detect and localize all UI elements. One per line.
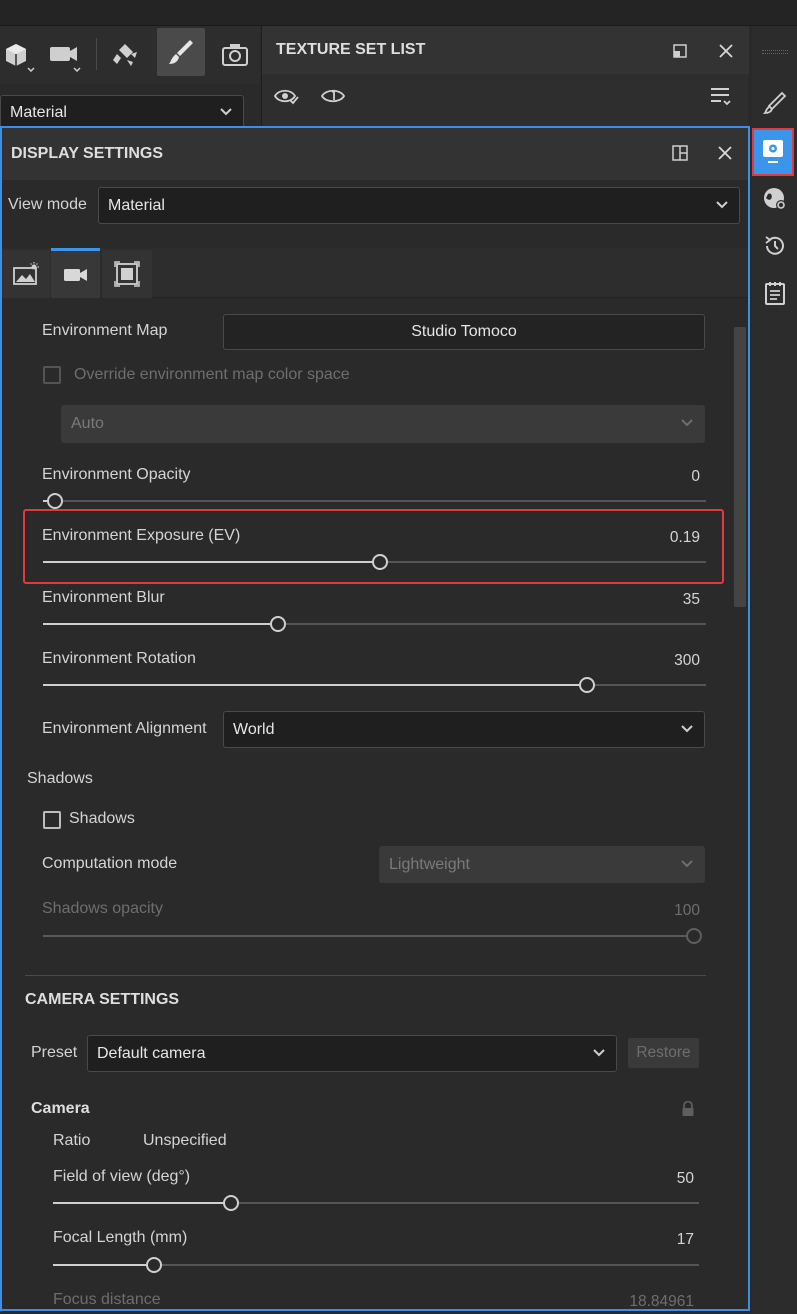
override-colorspace-checkbox[interactable]: [43, 366, 61, 384]
environment-alignment-value: World: [233, 720, 275, 738]
sidebar-item-viewer-settings[interactable]: [758, 182, 792, 216]
focal-length-value: 17: [676, 1231, 694, 1248]
panel-bottom-border: [0, 1309, 750, 1314]
shadows-checkbox[interactable]: [43, 811, 61, 829]
shadows-opacity-fill: [43, 935, 694, 937]
slider-value: 35: [682, 591, 700, 608]
slider-label: Environment Opacity: [42, 466, 191, 483]
slider-fill: [43, 623, 279, 625]
visibility-toggle-icon[interactable]: [270, 82, 302, 110]
viewport-toolbar: [0, 26, 260, 84]
colorspace-dropdown[interactable]: Auto: [61, 405, 705, 443]
tab-viewport[interactable]: [102, 250, 152, 298]
focal-length-label: Focal Length (mm): [53, 1229, 188, 1246]
slider-label: Environment Rotation: [42, 650, 196, 667]
close-icon[interactable]: [713, 141, 737, 165]
focal-length-fill: [53, 1264, 155, 1266]
slider-value: 300: [674, 652, 700, 669]
texture-set-list-title: TEXTURE SET LIST: [276, 41, 426, 58]
slider-track[interactable]: [43, 500, 706, 502]
camera-icon[interactable]: [46, 38, 86, 72]
slider-track[interactable]: [43, 684, 706, 686]
restore-label: Restore: [636, 1044, 691, 1061]
sidebar-item-brush-properties[interactable]: [758, 86, 792, 120]
tab-camera[interactable]: [51, 248, 100, 298]
restore-button[interactable]: Restore: [628, 1038, 699, 1068]
computation-mode-label: Computation mode: [42, 855, 178, 872]
display-settings-title: DISPLAY SETTINGS: [11, 145, 164, 162]
paintbrush-icon[interactable]: [157, 28, 205, 76]
slider-track[interactable]: [43, 623, 706, 625]
camera-section-label: Camera: [31, 1100, 90, 1117]
environment-alignment-label: Environment Alignment: [42, 720, 207, 737]
float-window-icon[interactable]: [668, 40, 692, 62]
right-sidebar: [752, 26, 797, 1314]
material-mode-value: Material: [10, 104, 67, 121]
colorspace-value: Auto: [71, 415, 104, 432]
slider-knob[interactable]: [578, 677, 595, 693]
preset-label: Preset: [31, 1044, 78, 1061]
fov-fill: [53, 1202, 232, 1204]
computation-mode-value: Lightweight: [389, 855, 470, 873]
fov-label: Field of view (deg°): [53, 1168, 191, 1185]
toolbar-divider: [96, 38, 97, 70]
slider-label: Environment Blur: [42, 589, 165, 606]
shadows-opacity-value: 100: [674, 902, 700, 919]
shadows-opacity-knob[interactable]: [686, 928, 702, 944]
focal-length-knob[interactable]: [146, 1257, 163, 1273]
chevron-down-icon: [219, 104, 233, 122]
cube-icon[interactable]: [0, 38, 38, 72]
section-divider: [25, 975, 706, 976]
shadows-opacity-label: Shadows opacity: [42, 900, 163, 917]
brush-bucket-icon[interactable]: [106, 38, 146, 72]
screenshot-icon[interactable]: [216, 38, 254, 72]
sidebar-item-history[interactable]: [758, 229, 792, 263]
sidebar-item-log[interactable]: [758, 276, 792, 310]
view-mode-label: View mode: [8, 196, 87, 213]
slider-knob[interactable]: [270, 616, 287, 632]
camera-preset-dropdown[interactable]: Default camera: [87, 1035, 617, 1072]
chevron-down-icon: [715, 197, 729, 215]
chevron-down-icon: [680, 415, 694, 433]
scrollbar-thumb[interactable]: [734, 327, 746, 607]
fov-track[interactable]: [53, 1202, 699, 1204]
ratio-label: Ratio: [53, 1132, 91, 1149]
dock-layout-icon[interactable]: [668, 141, 692, 165]
view-mode-dropdown[interactable]: Material: [98, 187, 740, 224]
shadows-checkbox-label: Shadows: [69, 810, 135, 827]
slider-value: 0: [691, 468, 700, 485]
shadows-section-label: Shadows: [27, 770, 93, 787]
tab-environment[interactable]: [2, 250, 50, 298]
chevron-down-icon: [680, 721, 694, 739]
shadows-opacity-track[interactable]: [43, 935, 694, 937]
environment-map-label: Environment Map: [42, 322, 168, 339]
top-strip: [0, 0, 797, 26]
override-colorspace-label: Override environment map color space: [74, 366, 350, 383]
texture-set-list-panel: TEXTURE SET LIST: [261, 26, 749, 126]
slider-fill: [43, 684, 587, 686]
exposure-highlight-box: [23, 509, 724, 584]
computation-mode-dropdown[interactable]: Lightweight: [379, 846, 705, 883]
scrollbar-track[interactable]: [733, 300, 747, 1308]
sidebar-grip: [762, 50, 788, 54]
fov-knob[interactable]: [223, 1195, 240, 1211]
camera-preset-value: Default camera: [97, 1044, 206, 1062]
sidebar-item-display-settings[interactable]: [752, 128, 794, 176]
focus-distance-label: Focus distance: [53, 1291, 161, 1308]
list-options-icon[interactable]: [706, 82, 736, 110]
slider-knob[interactable]: [46, 493, 63, 509]
camera-settings-title: CAMERA SETTINGS: [25, 991, 180, 1008]
solo-view-icon[interactable]: [318, 82, 348, 110]
fov-value: 50: [676, 1170, 694, 1187]
lock-icon[interactable]: [678, 1099, 698, 1119]
chevron-down-icon: [680, 856, 694, 874]
chevron-down-icon: [592, 1045, 606, 1063]
environment-map-button[interactable]: Studio Tomoco: [223, 314, 705, 350]
environment-map-value: Studio Tomoco: [411, 323, 517, 340]
ratio-value: Unspecified: [143, 1132, 227, 1149]
close-icon[interactable]: [714, 39, 738, 63]
environment-alignment-dropdown[interactable]: World: [223, 711, 705, 748]
view-mode-value: Material: [108, 196, 165, 214]
